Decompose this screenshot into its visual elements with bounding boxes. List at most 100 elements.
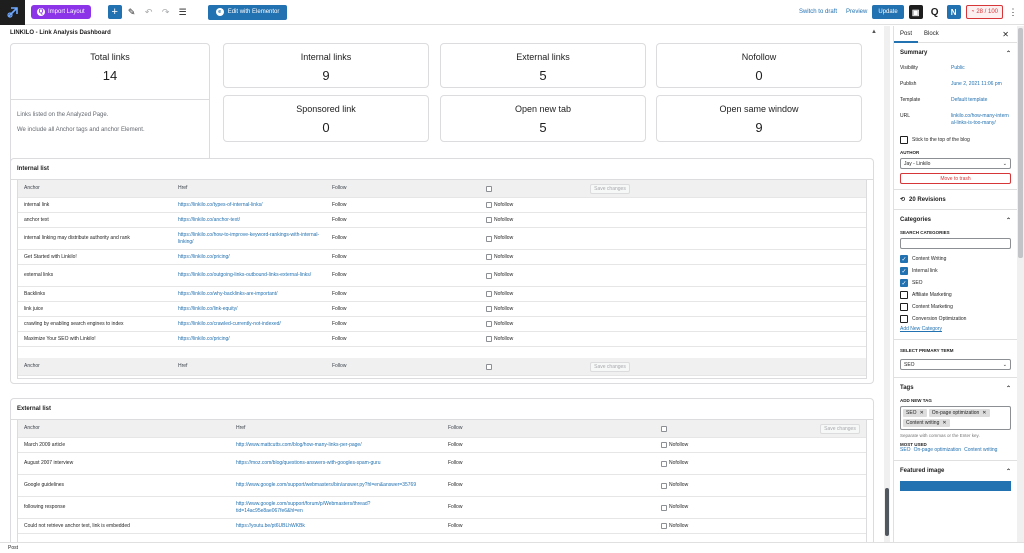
href-link[interactable]: https://linkilo.co/crawled-currently-not… xyxy=(178,317,320,331)
n-plugin-icon[interactable]: N xyxy=(946,5,961,19)
nofollow-checkbox[interactable]: Nofollow xyxy=(486,265,513,286)
move-to-trash-button[interactable]: Move to trash xyxy=(900,173,1011,184)
nofollow-checkbox[interactable]: Nofollow xyxy=(486,213,513,227)
remove-tag-icon[interactable]: ✕ xyxy=(982,410,986,416)
table-row: Backlinks https://linkilo.co/why-backlink… xyxy=(18,287,866,302)
undo-icon[interactable]: ↶ xyxy=(142,5,156,19)
href-link[interactable]: https://moz.com/blog/questions-answers-w… xyxy=(236,453,436,474)
most-used-tag[interactable]: Content writing xyxy=(964,447,997,453)
edit-with-elementor-button[interactable]: e Edit with Elementor xyxy=(207,4,288,20)
follow-cell: Follow xyxy=(332,201,347,208)
author-select[interactable]: Jay - Linkilo ⌄ xyxy=(900,158,1011,169)
nofollow-checkbox[interactable]: Nofollow xyxy=(486,317,513,331)
href-link[interactable]: http://www.google.com/support/forum/p/We… xyxy=(236,497,436,518)
tags-panel-header[interactable]: Tags ⌃ xyxy=(894,378,1017,398)
category-item[interactable]: ✓ SEO xyxy=(894,277,1017,289)
nofollow-checkbox[interactable]: Nofollow xyxy=(486,198,513,212)
save-changes-button[interactable]: Save changes xyxy=(590,184,630,194)
select-all-checkbox-footer[interactable] xyxy=(486,358,494,375)
category-item[interactable]: ✓ Content Writing xyxy=(894,253,1017,265)
nofollow-checkbox[interactable]: Nofollow xyxy=(486,302,513,316)
seo-score-badge[interactable]: ◔ 28 / 100 xyxy=(965,5,1003,19)
href-link[interactable]: https://linkilo.co/pricing/ xyxy=(178,332,320,346)
save-changes-button-footer[interactable]: Save changes xyxy=(590,362,630,372)
more-options-icon[interactable]: ⋮ xyxy=(1008,7,1018,18)
q-plugin-icon[interactable]: Q xyxy=(928,5,942,19)
switch-to-draft-link[interactable]: Switch to draft xyxy=(799,9,837,15)
main-scrollbar-thumb[interactable] xyxy=(885,488,889,536)
remove-tag-icon[interactable]: ✕ xyxy=(942,420,946,426)
href-link[interactable]: https://linkilo.co/outgoing-links-outbou… xyxy=(178,265,320,286)
href-link[interactable]: https://linkilo.co/link-equity/ xyxy=(178,302,320,316)
main-scrollbar[interactable] xyxy=(884,26,890,546)
most-used-tag[interactable]: On-page optimization xyxy=(914,447,962,453)
follow-cell: Follow xyxy=(448,504,463,510)
sidebar-scrollbar-thumb[interactable] xyxy=(1018,28,1023,258)
stick-to-top-checkbox[interactable]: Stick to the top of the blog xyxy=(894,136,1017,144)
nofollow-checkbox[interactable]: Nofollow xyxy=(661,519,688,533)
import-layout-button[interactable]: Q Import Layout xyxy=(31,5,91,19)
tab-post[interactable]: Post xyxy=(894,26,918,43)
href-link[interactable]: http://www.google.com/support/webmasters… xyxy=(236,475,436,496)
category-item[interactable]: Conversion Optimization xyxy=(894,313,1017,325)
href-link[interactable]: https://linkilo.co/pricing/ xyxy=(178,250,320,264)
card-value: 9 xyxy=(755,120,763,135)
select-all-checkbox[interactable] xyxy=(486,180,494,197)
breadcrumb[interactable]: Post xyxy=(0,542,1024,553)
tags-input[interactable]: SEO ✕ On-page optimization ✕ Content writi… xyxy=(900,406,1011,430)
redo-icon[interactable]: ↷ xyxy=(159,5,173,19)
href-link[interactable]: https://linkilo.co/how-to-improve-keywor… xyxy=(178,228,320,249)
nofollow-checkbox[interactable]: Nofollow xyxy=(486,228,513,249)
table-row: internal link https://linkilo.co/types-of… xyxy=(18,198,866,213)
summary-panel-header[interactable]: Summary ⌃ xyxy=(894,43,1017,63)
anchor-cell: March 2009 article xyxy=(24,441,66,448)
nofollow-checkbox[interactable]: Nofollow xyxy=(661,475,688,496)
nofollow-checkbox[interactable]: Nofollow xyxy=(661,438,688,452)
collapse-chevron-icon[interactable]: ▲ xyxy=(871,29,877,35)
featured-image-panel-header[interactable]: Featured image ⌃ xyxy=(894,461,1017,481)
select-all-checkbox[interactable] xyxy=(661,420,669,437)
template-value[interactable]: Default template xyxy=(951,97,1011,104)
tab-block[interactable]: Block xyxy=(918,26,945,43)
list-view-icon[interactable]: ☰ xyxy=(176,5,190,19)
author-label: AUTHOR xyxy=(900,150,920,155)
total-links-value: 14 xyxy=(102,68,118,83)
linkilo-logo-icon[interactable] xyxy=(0,0,25,25)
category-item[interactable]: Content Marketing xyxy=(894,301,1017,313)
href-link[interactable]: https://linkilo.co/anchor-text/ xyxy=(178,213,320,227)
save-changes-button[interactable]: Save changes xyxy=(820,424,860,434)
anchor-cell: Could not retrieve anchor text, link is … xyxy=(24,522,130,529)
update-button[interactable]: Update xyxy=(872,5,904,19)
follow-cell: Follow xyxy=(448,482,463,488)
featured-image-preview[interactable] xyxy=(900,481,1011,491)
sidebar-scrollbar[interactable] xyxy=(1017,26,1024,542)
url-value[interactable]: linkilo.co/how-many-internal-links-is-to… xyxy=(951,113,1011,127)
href-link[interactable]: https://youtu.be/pt6UBLhWKBk xyxy=(236,519,436,533)
nofollow-checkbox[interactable]: Nofollow xyxy=(486,287,513,301)
preview-link[interactable]: Preview xyxy=(846,9,867,15)
categories-panel-header[interactable]: Categories ⌃ xyxy=(894,210,1017,230)
pencil-icon[interactable]: ✎ xyxy=(125,5,139,19)
nofollow-checkbox[interactable]: Nofollow xyxy=(661,453,688,474)
publish-date-value[interactable]: June 2, 2021 11:06 pm xyxy=(951,81,1011,88)
revisions-link[interactable]: ⟲ 20 Revisions xyxy=(894,190,1017,210)
nofollow-checkbox[interactable]: Nofollow xyxy=(486,332,513,346)
category-item[interactable]: ✓ Internal link xyxy=(894,265,1017,277)
remove-tag-icon[interactable]: ✕ xyxy=(920,410,924,416)
settings-panel-icon[interactable]: ▣ xyxy=(908,5,923,19)
nofollow-checkbox[interactable]: Nofollow xyxy=(661,497,688,518)
href-link[interactable]: https://linkilo.co/why-backlinks-are-imp… xyxy=(178,287,320,301)
search-categories-input[interactable] xyxy=(900,238,1011,249)
table-row: link juice https://linkilo.co/link-equity… xyxy=(18,302,866,317)
primary-term-select[interactable]: SEO ⌄ xyxy=(900,359,1011,370)
href-link[interactable]: https://linkilo.co/types-of-internal-lin… xyxy=(178,198,320,212)
nofollow-checkbox[interactable]: Nofollow xyxy=(486,250,513,264)
visibility-value[interactable]: Public xyxy=(951,65,1011,72)
table-footer-row: Anchor Href Follow Save changes xyxy=(18,358,866,376)
close-icon[interactable]: ✕ xyxy=(1002,30,1009,39)
href-link[interactable]: http://www.mattcutts.com/blog/how-many-l… xyxy=(236,438,436,452)
total-links-label: Total links xyxy=(90,52,130,62)
category-item[interactable]: Affiliate Marketing xyxy=(894,289,1017,301)
add-block-button[interactable]: + xyxy=(107,5,122,19)
most-used-tag[interactable]: SEO xyxy=(900,447,911,453)
